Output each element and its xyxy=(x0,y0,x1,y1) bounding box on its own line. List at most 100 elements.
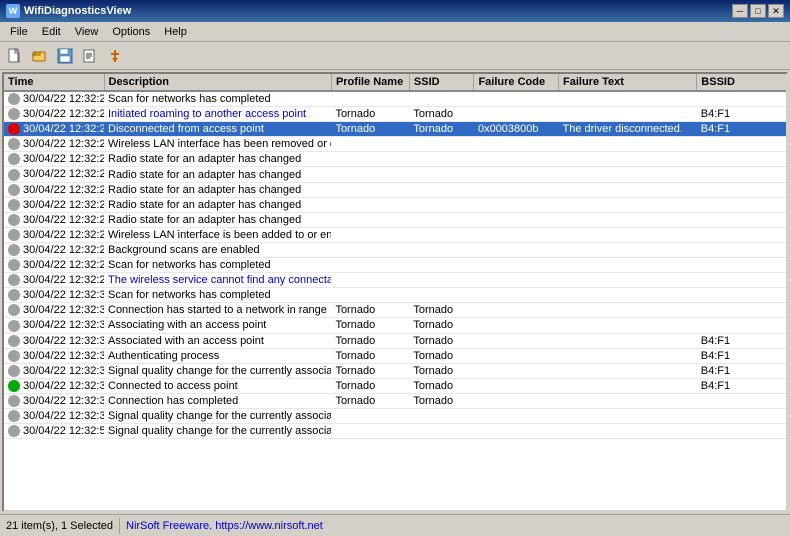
col-ssid[interactable]: SSID xyxy=(409,74,474,91)
table-row[interactable]: 30/04/22 12:32:28... Background scans ar… xyxy=(4,242,786,257)
cell-desc: Signal quality change for the currently … xyxy=(104,424,331,439)
table-row[interactable]: 30/04/22 12:32:26... Radio state for an … xyxy=(4,212,786,227)
table-row[interactable]: 30/04/22 12:32:37... Signal quality chan… xyxy=(4,408,786,423)
table-row[interactable]: 30/04/22 12:32:26... Radio state for an … xyxy=(4,182,786,197)
cell-failtext xyxy=(559,137,697,152)
cell-failtext xyxy=(559,303,697,318)
col-desc[interactable]: Description xyxy=(104,74,331,91)
cell-bssid: B4:F1 xyxy=(697,107,786,122)
row-status-icon xyxy=(8,214,20,226)
cell-profile xyxy=(331,212,409,227)
col-time[interactable]: Time xyxy=(4,74,104,91)
table-row[interactable]: 30/04/22 12:32:34... Connection has comp… xyxy=(4,393,786,408)
row-status-icon xyxy=(8,274,20,286)
cell-desc: Associated with an access point xyxy=(104,333,331,348)
cell-bssid xyxy=(697,424,786,439)
table-row[interactable]: 30/04/22 12:32:23... Scan for networks h… xyxy=(4,91,786,107)
cell-ssid xyxy=(409,167,474,182)
cell-desc: Signal quality change for the currently … xyxy=(104,363,331,378)
row-status-icon xyxy=(8,108,20,120)
cell-time: 30/04/22 12:32:26... xyxy=(4,137,104,152)
close-button[interactable]: ✕ xyxy=(768,4,784,18)
cell-failcode xyxy=(474,378,559,393)
table-row[interactable]: 30/04/22 12:32:34... Authenticating proc… xyxy=(4,348,786,363)
table-row[interactable]: 30/04/22 12:32:26... Wireless LAN interf… xyxy=(4,137,786,152)
cell-ssid xyxy=(409,258,474,273)
cell-bssid xyxy=(697,318,786,333)
cell-profile xyxy=(331,408,409,423)
cell-bssid xyxy=(697,258,786,273)
toolbar-new-button[interactable] xyxy=(4,45,26,67)
table-row[interactable]: 30/04/22 12:32:30... Scan for networks h… xyxy=(4,288,786,303)
minimize-button[interactable]: ─ xyxy=(732,4,748,18)
cell-time: 30/04/22 12:32:26... xyxy=(4,227,104,242)
cell-profile: Tornado xyxy=(331,122,409,137)
cell-profile xyxy=(331,167,409,182)
table-header-row: Time Description Profile Name SSID Failu… xyxy=(4,74,786,91)
table-row[interactable]: 30/04/22 12:32:34... Associated with an … xyxy=(4,333,786,348)
toolbar-export-button[interactable] xyxy=(79,45,101,67)
table-row[interactable]: 30/04/22 12:32:59... Signal quality chan… xyxy=(4,424,786,439)
cell-desc: Radio state for an adapter has changed xyxy=(104,197,331,212)
status-bar: 21 item(s), 1 Selected NirSoft Freeware.… xyxy=(0,514,790,536)
cell-bssid xyxy=(697,227,786,242)
table-row[interactable]: 30/04/22 12:32:33... Connection has star… xyxy=(4,303,786,318)
table-row[interactable]: 30/04/22 12:32:26... Radio state for an … xyxy=(4,167,786,182)
cell-time: 30/04/22 12:32:34... xyxy=(4,318,104,333)
menu-view[interactable]: View xyxy=(69,25,105,39)
row-status-icon xyxy=(8,395,20,407)
cell-time: 30/04/22 12:32:34... xyxy=(4,393,104,408)
table-container[interactable]: Time Description Profile Name SSID Failu… xyxy=(4,74,786,510)
table-row[interactable]: 30/04/22 12:32:26... Wireless LAN interf… xyxy=(4,227,786,242)
status-nirsoft[interactable]: NirSoft Freeware. https://www.nirsoft.ne… xyxy=(120,518,329,534)
cell-desc: Scan for networks has completed xyxy=(104,288,331,303)
cell-profile: Tornado xyxy=(331,363,409,378)
table-row[interactable]: 30/04/22 12:32:34... Associating with an… xyxy=(4,318,786,333)
table-row[interactable]: 30/04/22 12:32:26... Radio state for an … xyxy=(4,197,786,212)
cell-time: 30/04/22 12:32:26... xyxy=(4,197,104,212)
cell-profile xyxy=(331,197,409,212)
menu-file[interactable]: File xyxy=(4,25,34,39)
cell-desc: Radio state for an adapter has changed xyxy=(104,182,331,197)
cell-ssid xyxy=(409,182,474,197)
menu-options[interactable]: Options xyxy=(106,25,156,39)
cell-ssid xyxy=(409,137,474,152)
table-row[interactable]: 30/04/22 12:32:26... Radio state for an … xyxy=(4,152,786,167)
col-profile[interactable]: Profile Name xyxy=(331,74,409,91)
col-failcode[interactable]: Failure Code xyxy=(474,74,559,91)
app-title: WifiDiagnosticsView xyxy=(24,5,131,17)
table-row[interactable]: 30/04/22 12:32:28... The wireless servic… xyxy=(4,273,786,288)
title-bar: W WifiDiagnosticsView ─ □ ✕ xyxy=(0,0,790,22)
table-row[interactable]: 30/04/22 12:32:25... Disconnected from a… xyxy=(4,122,786,137)
cell-profile: Tornado xyxy=(331,393,409,408)
cell-profile: Tornado xyxy=(331,378,409,393)
toolbar-open-button[interactable] xyxy=(29,45,51,67)
cell-failtext xyxy=(559,197,697,212)
toolbar-pin-button[interactable] xyxy=(104,45,126,67)
cell-failtext xyxy=(559,363,697,378)
col-bssid[interactable]: BSSID xyxy=(697,74,786,91)
cell-bssid xyxy=(697,273,786,288)
restore-button[interactable]: □ xyxy=(750,4,766,18)
toolbar-save-button[interactable] xyxy=(54,45,76,67)
cell-bssid xyxy=(697,408,786,423)
table-row[interactable]: 30/04/22 12:32:34... Connected to access… xyxy=(4,378,786,393)
cell-time: 30/04/22 12:32:37... xyxy=(4,408,104,423)
cell-time: 30/04/22 12:32:34... xyxy=(4,363,104,378)
menu-help[interactable]: Help xyxy=(158,25,193,39)
cell-failcode xyxy=(474,167,559,182)
table-row[interactable]: 30/04/22 12:32:28... Scan for networks h… xyxy=(4,258,786,273)
cell-ssid xyxy=(409,273,474,288)
col-failtext[interactable]: Failure Text xyxy=(559,74,697,91)
cell-time: 30/04/22 12:32:26... xyxy=(4,182,104,197)
cell-profile xyxy=(331,91,409,107)
cell-time: 30/04/22 12:32:25... xyxy=(4,107,104,122)
status-count: 21 item(s), 1 Selected xyxy=(0,518,120,534)
toolbar xyxy=(0,42,790,70)
cell-failcode xyxy=(474,197,559,212)
cell-failtext xyxy=(559,212,697,227)
table-row[interactable]: 30/04/22 12:32:34... Signal quality chan… xyxy=(4,363,786,378)
cell-bssid: B4:F1 xyxy=(697,363,786,378)
table-row[interactable]: 30/04/22 12:32:25... Initiated roaming t… xyxy=(4,107,786,122)
menu-edit[interactable]: Edit xyxy=(36,25,67,39)
